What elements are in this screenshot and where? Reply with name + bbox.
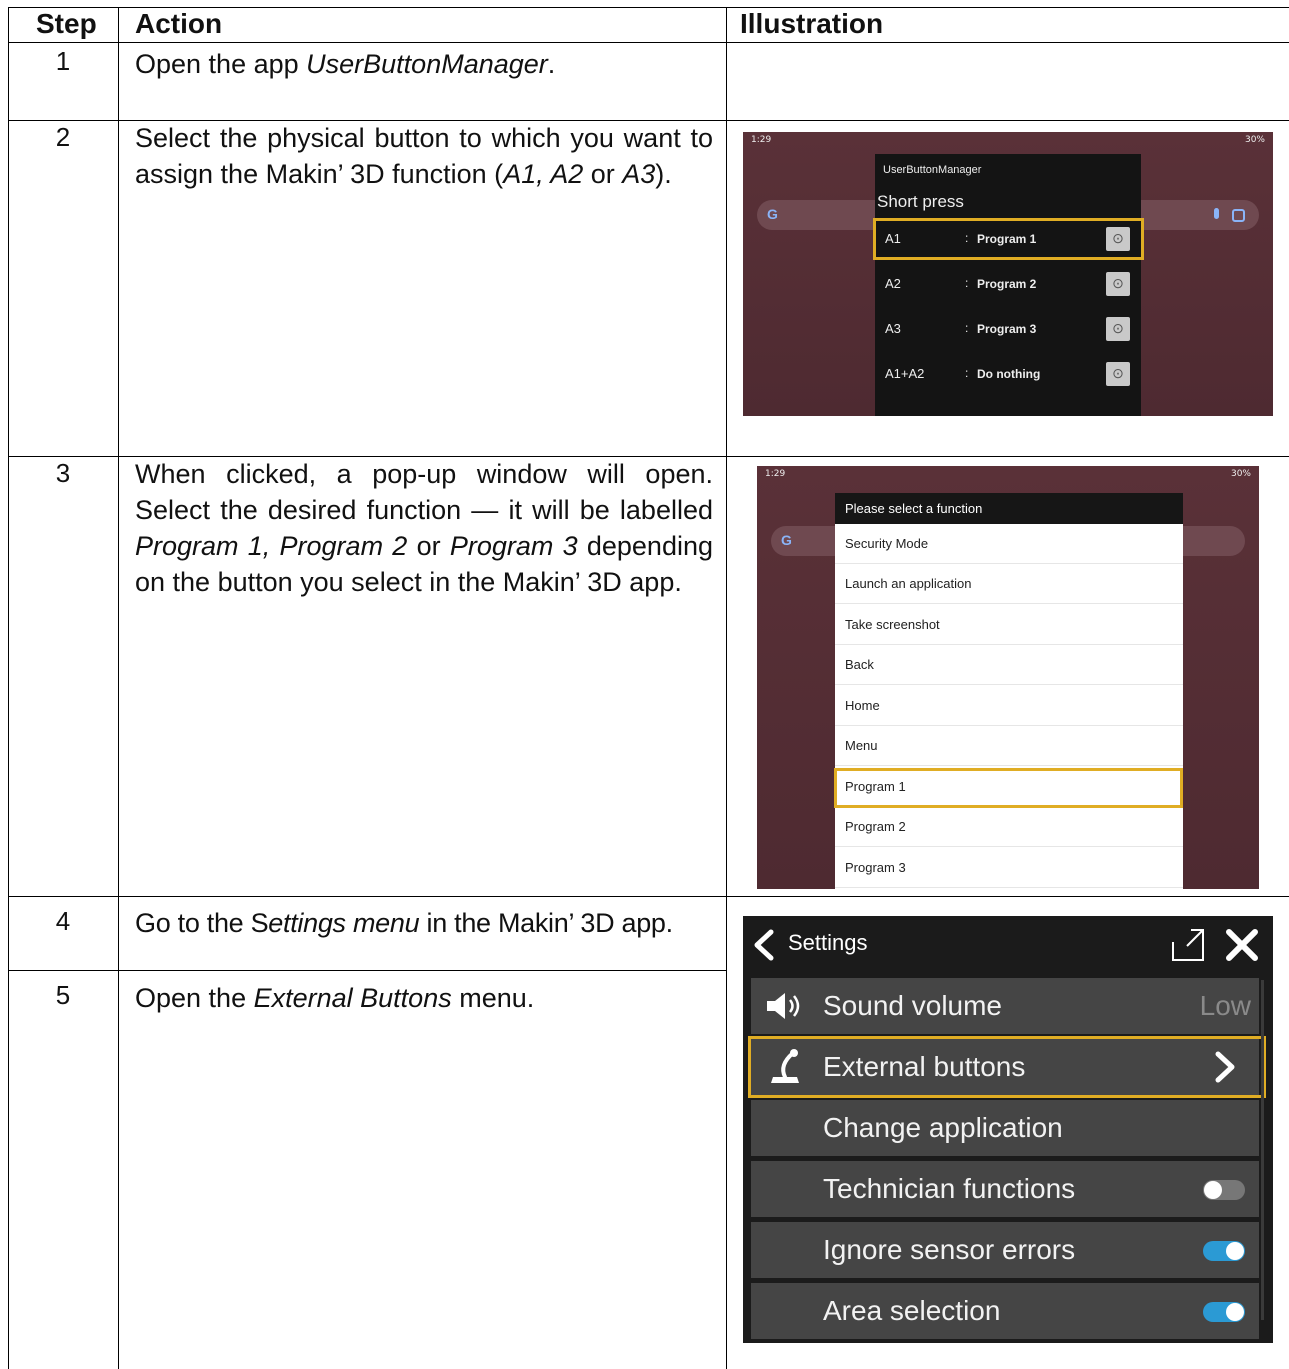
row-label: Sound volume: [823, 990, 1003, 1021]
section-title: Short press: [877, 192, 964, 211]
close-icon[interactable]: [1225, 928, 1259, 962]
button-key: A2: [885, 276, 901, 291]
google-icon: G: [781, 532, 792, 548]
row-label: Area selection: [823, 1295, 1001, 1326]
toggle-knob: [1226, 1242, 1244, 1260]
external-window-icon[interactable]: [1171, 928, 1205, 962]
col-action-border: [726, 7, 727, 1369]
back-chevron-icon[interactable]: [751, 928, 775, 962]
row-label: Change application: [823, 1112, 1063, 1143]
col-step-border: [118, 7, 119, 1369]
speaker-icon: [767, 993, 800, 1019]
function-option[interactable]: Take screenshot: [835, 605, 1183, 645]
function-option[interactable]: Home: [835, 686, 1183, 726]
col-left-border: [8, 7, 9, 1369]
settings-row-area-selection[interactable]: Area selection: [751, 1283, 1259, 1339]
function-option[interactable]: Menu: [835, 726, 1183, 766]
status-battery: 30%: [1244, 135, 1265, 145]
dropdown-icon[interactable]: ⊙: [1106, 317, 1130, 341]
row-label: Ignore sensor errors: [823, 1234, 1076, 1265]
step-number: 4: [55, 906, 71, 936]
function-option[interactable]: Back: [835, 645, 1183, 685]
toggle-switch-on[interactable]: [1203, 1241, 1245, 1261]
button-row-a3[interactable]: A3 Program 3 : ⊙: [875, 310, 1141, 348]
step-action: Open the External Buttons menu.: [135, 983, 535, 1013]
toggle-knob: [1204, 1181, 1222, 1199]
dropdown-icon[interactable]: ⊙: [1106, 362, 1130, 386]
row-3-border: [8, 896, 1289, 897]
step-action: Select the physical button to which you …: [135, 123, 713, 189]
status-time: 1:29: [751, 135, 772, 145]
function-option[interactable]: Security Mode: [835, 524, 1183, 564]
settings-row-ignore-sensor-errors[interactable]: Ignore sensor errors: [751, 1222, 1259, 1278]
colon: :: [965, 276, 969, 290]
function-option[interactable]: Launch an application: [835, 564, 1183, 604]
header-action: Action: [135, 8, 223, 39]
dialog-title: UserButtonManager: [883, 164, 982, 176]
highlight-frame: [873, 218, 1144, 260]
button-key: A1+A2: [885, 366, 925, 381]
google-icon: G: [767, 206, 778, 222]
colon: :: [965, 366, 969, 380]
toggle-switch-off[interactable]: [1203, 1180, 1245, 1200]
button-key: A3: [885, 321, 901, 336]
function-option[interactable]: Program 3: [835, 848, 1183, 888]
button-row-a2[interactable]: A2 Program 2 : ⊙: [875, 265, 1141, 303]
header-step: Step: [36, 8, 97, 39]
header-row-border: [8, 42, 1289, 43]
function-option[interactable]: Program 2: [835, 807, 1183, 847]
step-number: 3: [55, 458, 71, 488]
highlight-frame: [748, 1036, 1266, 1098]
button-function: Do nothing: [977, 367, 1041, 381]
illustration-settings: Settings Sound volume Low External butto…: [743, 916, 1273, 1343]
row-4-border: [8, 970, 726, 971]
button-row-a1a2[interactable]: A1+A2 Do nothing : ⊙: [875, 355, 1141, 393]
dialog-title: Please select a function: [835, 493, 1183, 524]
toggle-switch-on[interactable]: [1203, 1302, 1245, 1322]
ubm-dialog: UserButtonManager Short press A1 Program…: [875, 154, 1141, 416]
highlight-frame: [834, 768, 1183, 808]
button-function: Program 2: [977, 277, 1037, 291]
settings-title: Settings: [788, 930, 868, 955]
settings-row-change-application[interactable]: Change application: [751, 1100, 1259, 1156]
step-action: Open the app UserButtonManager.: [135, 49, 556, 79]
status-battery: 30%: [1230, 469, 1251, 479]
step-action: Go to the Settings menu in the Makin’ 3D…: [135, 908, 673, 938]
scrollbar[interactable]: [1261, 980, 1264, 1320]
illustration-userbuttonmanager: 1:29 30% G UserButtonManager Short press…: [743, 132, 1273, 416]
step-number: 1: [55, 46, 71, 76]
button-function: Program 3: [977, 322, 1037, 336]
step-number: 2: [55, 122, 71, 152]
header-illustration: Illustration: [740, 8, 884, 39]
settings-row-technician-functions[interactable]: Technician functions: [751, 1161, 1259, 1217]
step-number: 5: [55, 980, 71, 1010]
toggle-knob: [1226, 1303, 1244, 1321]
settings-row-sound-volume[interactable]: Sound volume Low: [751, 978, 1259, 1034]
lens-icon: [1232, 209, 1245, 222]
row-value: Low: [1199, 990, 1251, 1021]
function-dialog: Please select a function Security Mode L…: [835, 493, 1183, 889]
mic-icon: [1214, 208, 1219, 219]
illustration-function-picker: 1:29 30% G Please select a function Secu…: [757, 466, 1259, 889]
colon: :: [965, 321, 969, 335]
row-label: Technician functions: [823, 1173, 1076, 1204]
dropdown-icon[interactable]: ⊙: [1106, 272, 1130, 296]
step-action: When clicked, a pop-up window will open.…: [135, 459, 713, 597]
status-time: 1:29: [765, 469, 786, 479]
